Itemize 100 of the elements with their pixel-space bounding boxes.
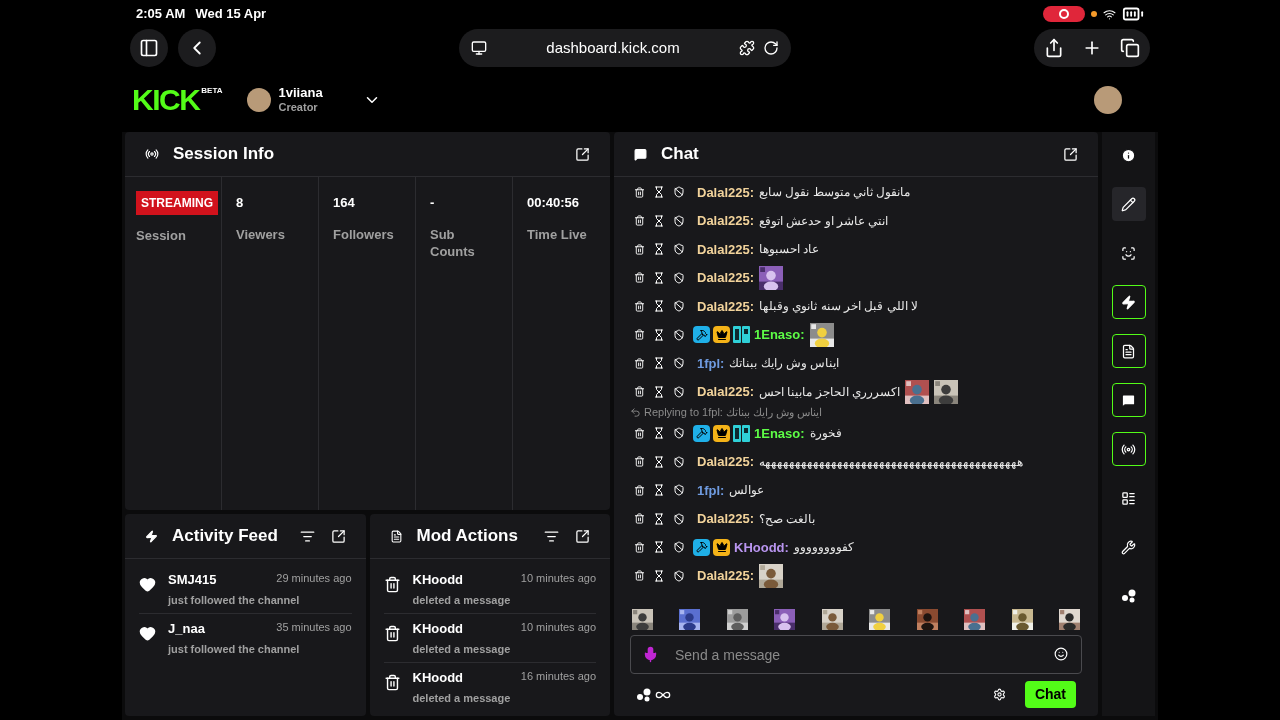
chat-username[interactable]: Dalal225: <box>697 509 755 529</box>
document-icon[interactable] <box>1111 334 1146 368</box>
chat-username[interactable]: 1fpl: <box>697 480 725 500</box>
ban-icon[interactable] <box>673 455 685 468</box>
timeout-icon[interactable] <box>653 271 665 284</box>
chat-username[interactable]: Dalal225: <box>697 382 755 402</box>
timeout-icon[interactable] <box>653 512 665 525</box>
settings-icon[interactable] <box>992 688 1006 701</box>
chat-message-text: فخورة <box>809 425 842 443</box>
kick-logo[interactable]: KICK <box>132 85 200 115</box>
chat-username[interactable]: Dalal225: <box>697 566 755 586</box>
timeout-icon[interactable] <box>653 357 665 370</box>
chat-username[interactable]: Dalal225: <box>697 296 755 316</box>
delete-icon[interactable] <box>634 186 645 198</box>
ban-icon[interactable] <box>673 357 685 370</box>
delete-icon[interactable] <box>634 215 645 227</box>
delete-icon[interactable] <box>634 427 645 439</box>
ban-icon[interactable] <box>673 427 685 440</box>
timeout-icon[interactable] <box>653 300 665 313</box>
timeout-icon[interactable] <box>653 186 665 199</box>
stat-label: Session <box>136 227 186 245</box>
delete-icon[interactable] <box>634 541 645 553</box>
extension-icon[interactable] <box>739 40 755 56</box>
ban-icon[interactable] <box>673 186 685 199</box>
timeout-icon[interactable] <box>653 541 665 554</box>
chat-username[interactable]: Dalal225: <box>697 182 755 202</box>
delete-icon[interactable] <box>634 484 645 496</box>
chat-username[interactable]: Dalal225: <box>697 239 755 259</box>
ban-icon[interactable] <box>673 541 685 554</box>
user-avatar[interactable] <box>1094 86 1122 114</box>
heart-icon <box>139 625 156 642</box>
page-menu-icon[interactable] <box>471 40 487 56</box>
ban-icon[interactable] <box>673 300 685 313</box>
filter-icon[interactable] <box>544 528 559 544</box>
sidebar-toggle-button[interactable] <box>130 29 168 67</box>
share-icon[interactable] <box>1044 38 1064 58</box>
ban-icon[interactable] <box>673 484 685 497</box>
address-bar[interactable]: dashboard.kick.com <box>459 29 791 67</box>
timeout-icon[interactable] <box>653 427 665 440</box>
chat-username[interactable]: Dalal225: <box>697 452 755 472</box>
pencil-icon[interactable] <box>1111 187 1146 221</box>
microphone-icon[interactable] <box>642 646 659 663</box>
send-button[interactable]: Chat <box>1024 681 1076 708</box>
beta-label: BETA <box>201 85 223 97</box>
chat-username[interactable]: Dalal225: <box>697 268 755 288</box>
delete-icon[interactable] <box>634 513 645 525</box>
chat-message-text: لا اللي قبل اخر سنه ثانوي وقبلها <box>759 298 919 316</box>
ban-icon[interactable] <box>673 243 685 256</box>
panel-title: Chat <box>661 143 699 166</box>
delete-icon[interactable] <box>634 329 645 341</box>
trash-icon <box>383 674 401 691</box>
emoji-icon[interactable] <box>1054 647 1068 661</box>
lightning-icon[interactable] <box>1111 285 1146 319</box>
ban-icon[interactable] <box>673 214 685 227</box>
chat-bubble-icon[interactable] <box>1111 383 1146 417</box>
pop-out-icon[interactable] <box>330 528 346 544</box>
chat-username[interactable]: 1Enaso: <box>754 325 805 345</box>
timeout-icon[interactable] <box>653 385 665 398</box>
chat-bubble-icon <box>634 147 647 161</box>
timeout-icon[interactable] <box>653 214 665 227</box>
delete-icon[interactable] <box>634 243 645 255</box>
chat-username[interactable]: 1Enaso: <box>754 423 805 443</box>
delete-icon[interactable] <box>634 386 645 398</box>
ban-icon[interactable] <box>673 569 685 582</box>
ban-icon[interactable] <box>673 271 685 284</box>
delete-icon[interactable] <box>634 357 645 369</box>
ban-icon[interactable] <box>673 328 685 341</box>
pop-out-icon[interactable] <box>575 528 590 544</box>
ban-icon[interactable] <box>673 512 685 525</box>
tabs-icon[interactable] <box>1120 38 1140 58</box>
chat-username[interactable]: Dalal225: <box>697 211 755 231</box>
status-date: Wed 15 Apr <box>195 5 267 24</box>
message-input[interactable]: Send a message <box>630 635 1082 674</box>
dots-icon[interactable] <box>636 687 652 702</box>
timeout-icon[interactable] <box>653 569 665 582</box>
chat-message-text: مانقول ثاني متوسط نقول سابع <box>759 184 911 202</box>
reload-icon[interactable] <box>763 40 779 56</box>
ban-icon[interactable] <box>673 385 685 398</box>
pop-out-icon[interactable] <box>575 146 590 162</box>
chat-username[interactable]: KHoodd: <box>734 537 789 557</box>
chat-message-text: بالغت صح؟ <box>759 510 816 528</box>
crown-icon <box>713 538 730 556</box>
back-button[interactable] <box>178 29 216 67</box>
chat-username[interactable]: 1fpl: <box>697 353 725 373</box>
timeout-icon[interactable] <box>653 455 665 468</box>
delete-icon[interactable] <box>634 272 645 284</box>
timeout-icon[interactable] <box>653 243 665 256</box>
feed-username: KHoodd <box>412 571 464 589</box>
timeout-icon[interactable] <box>653 328 665 341</box>
broadcast-icon[interactable] <box>1111 432 1146 466</box>
timeout-icon[interactable] <box>653 484 665 497</box>
feed-action: deleted a message <box>412 641 512 657</box>
feed-action: deleted a message <box>412 592 512 608</box>
delete-icon[interactable] <box>634 456 645 468</box>
delete-icon[interactable] <box>634 570 645 582</box>
avatar[interactable] <box>246 88 271 112</box>
pop-out-icon[interactable] <box>1063 146 1078 162</box>
trash-icon <box>383 625 401 642</box>
filter-icon[interactable] <box>299 528 315 544</box>
delete-icon[interactable] <box>634 300 645 312</box>
